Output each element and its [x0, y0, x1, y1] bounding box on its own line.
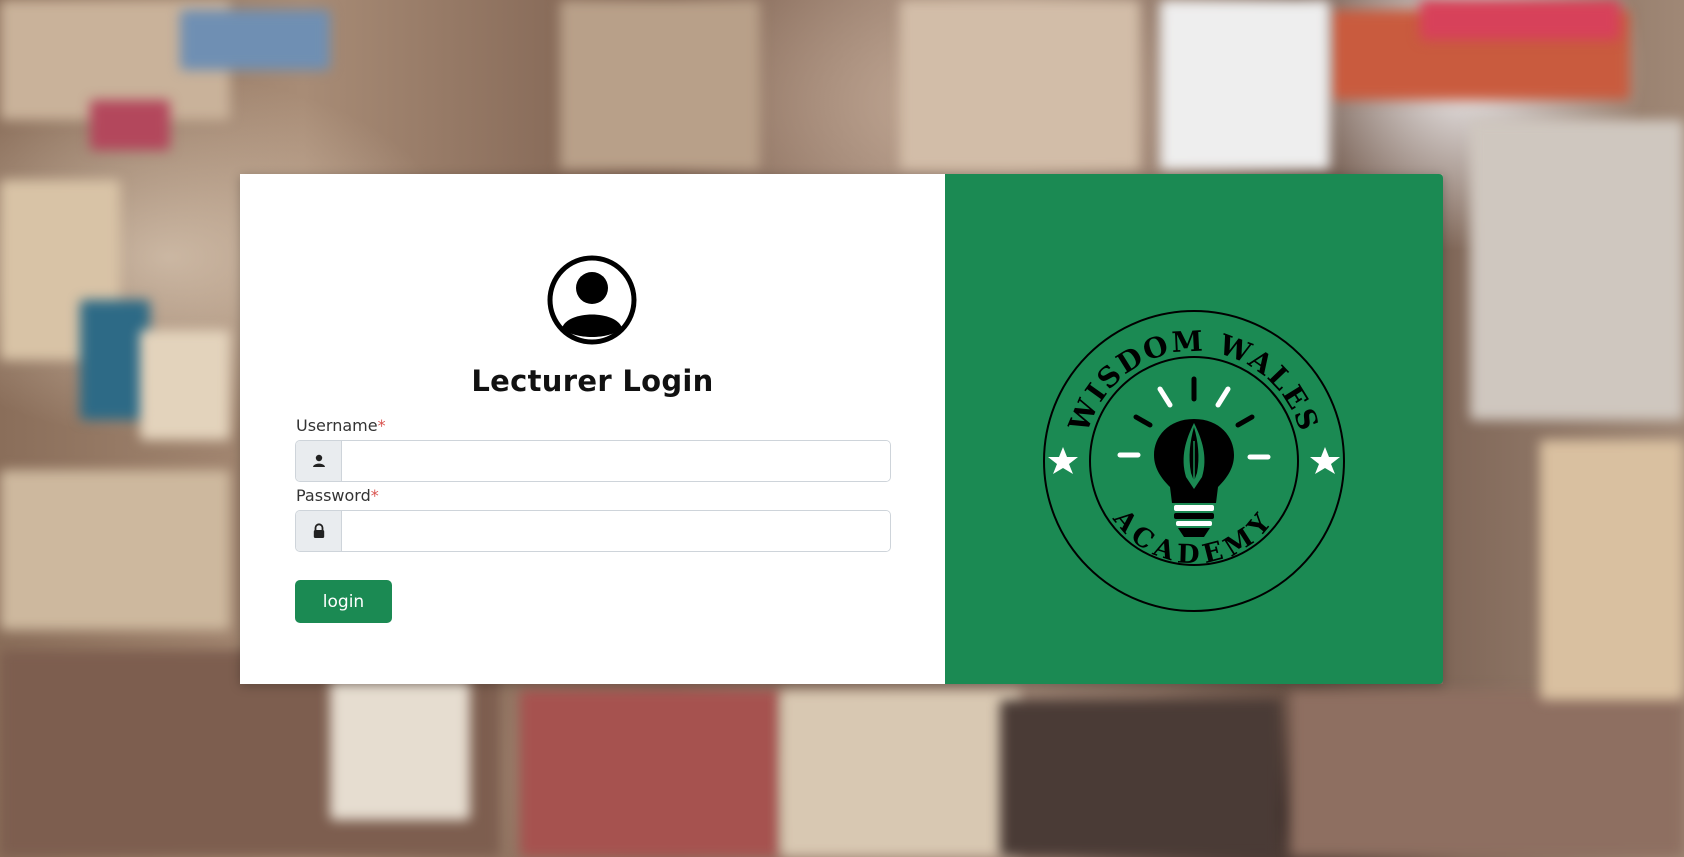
star-icon [1048, 447, 1078, 474]
username-input-group [295, 440, 891, 482]
login-button[interactable]: login [295, 580, 392, 623]
user-icon [296, 441, 342, 481]
lock-icon [296, 511, 342, 551]
page-title: Lecturer Login [471, 364, 714, 398]
login-form-panel: Lecturer Login Username* Password* login [240, 174, 945, 684]
required-marker: * [370, 486, 379, 505]
password-input[interactable] [342, 511, 890, 551]
password-label: Password* [296, 486, 379, 505]
required-marker: * [377, 416, 386, 435]
brand-panel: WISDOM WALES ACADEMY [945, 174, 1443, 684]
password-input-group [295, 510, 891, 552]
username-label: Username* [296, 416, 386, 435]
login-card: Lecturer Login Username* Password* login… [240, 174, 1443, 684]
user-circle-icon [547, 255, 637, 345]
username-input[interactable] [342, 441, 890, 481]
lightbulb-pen-logo: WISDOM WALES ACADEMY [1043, 310, 1345, 612]
star-icon [1310, 447, 1340, 474]
username-label-text: Username [296, 416, 378, 435]
password-label-text: Password [296, 486, 371, 505]
